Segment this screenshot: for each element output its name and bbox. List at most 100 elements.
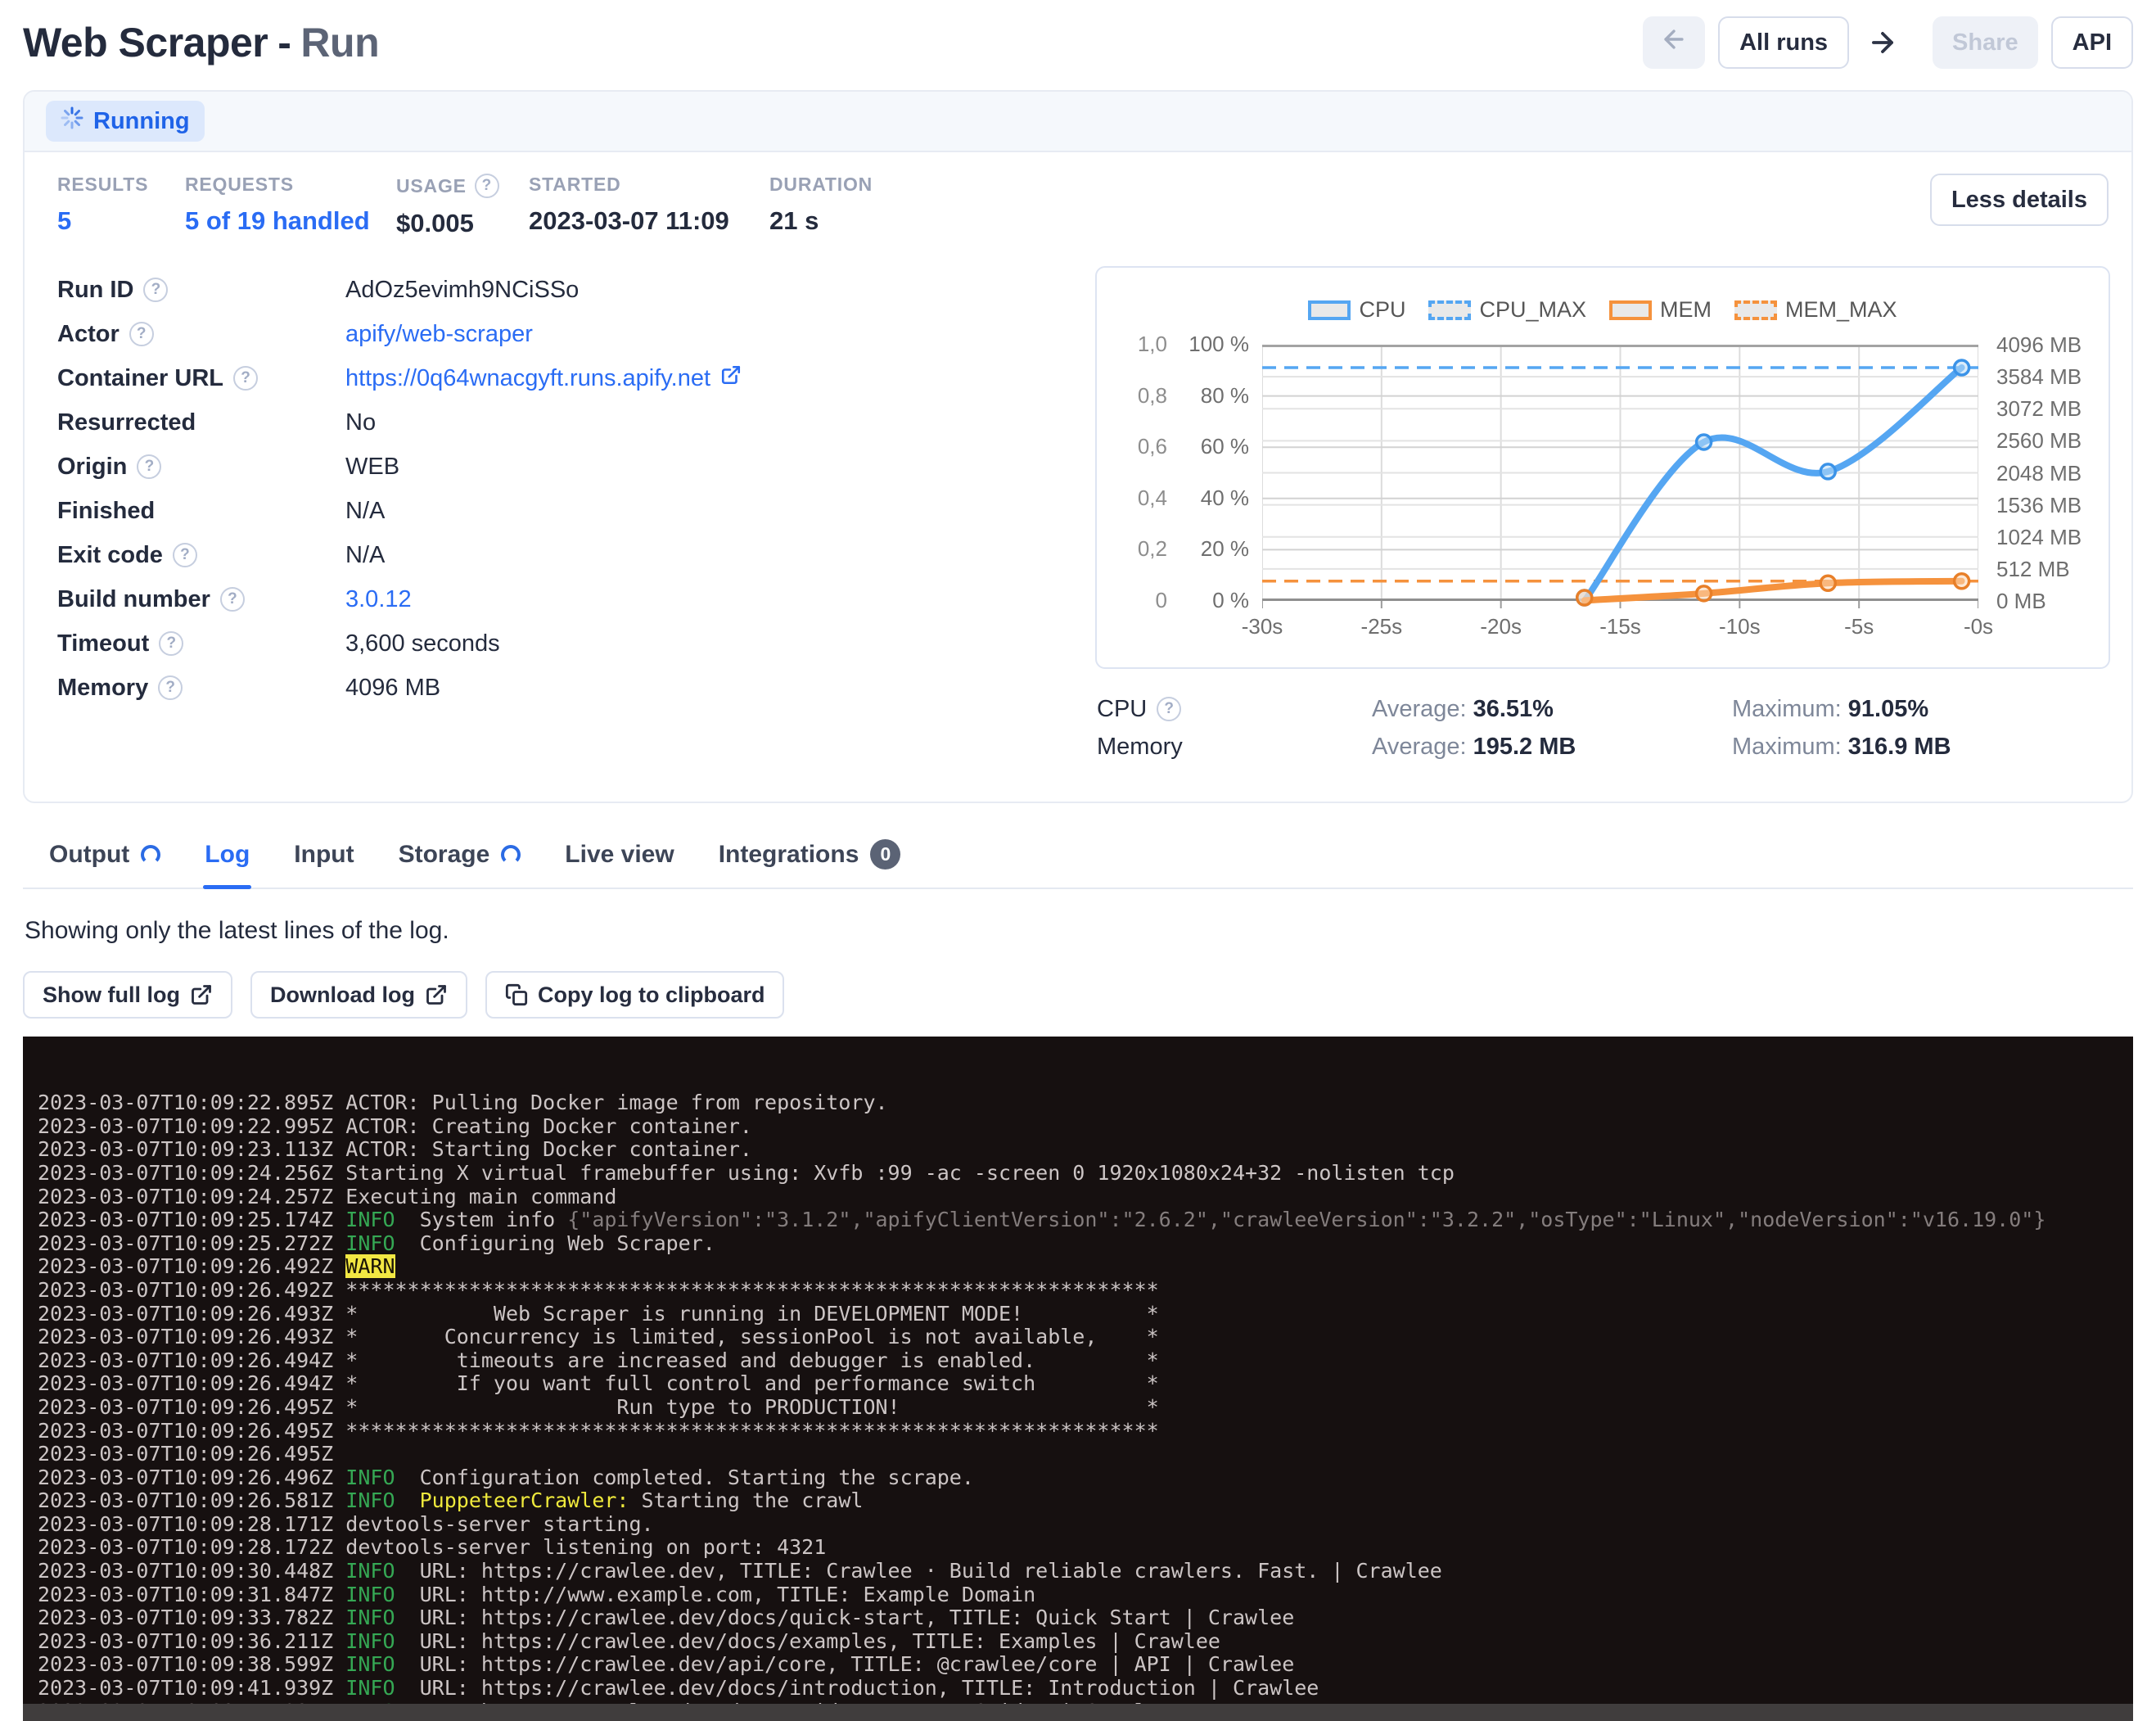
log-text: devtools-server listening on port: 4321 (333, 1535, 826, 1559)
detail-row: FinishedN/A (57, 489, 1095, 533)
detail-value[interactable]: 3.0.12 (345, 586, 412, 613)
all-runs-button[interactable]: All runs (1718, 16, 1849, 69)
log-line: 2023-03-07T10:09:26.496Z INFO Configurat… (38, 1466, 2133, 1490)
stat-value[interactable]: 5 (57, 206, 185, 236)
detail-link[interactable]: apify/web-scraper (345, 321, 533, 348)
api-button[interactable]: API (2051, 16, 2133, 69)
log-text: * Run type to PRODUCTION! * (333, 1395, 1158, 1419)
log-timestamp: 2023-03-07T10:09:30.448Z (38, 1559, 333, 1583)
detail-link[interactable]: https://0q64wnacgyft.runs.apify.net (345, 365, 710, 392)
detail-value: AdOz5evimh9NCiSSo (345, 277, 579, 304)
loading-spinner-icon (141, 845, 160, 865)
log-text: ****************************************… (333, 1419, 1158, 1443)
log-line: 2023-03-07T10:09:25.174Z INFO System inf… (38, 1208, 2133, 1232)
detail-value-text: AdOz5evimh9NCiSSo (345, 277, 579, 304)
legend-item-cpu_max[interactable]: CPU_MAX (1428, 297, 1586, 323)
copy-log-to-clipboard-button[interactable]: Copy log to clipboard (485, 971, 785, 1019)
horizontal-scrollbar[interactable] (23, 1704, 2133, 1721)
title-separator: - (277, 20, 291, 65)
log-text: * Concurrency is limited, sessionPool is… (333, 1325, 1158, 1348)
legend-swatch (1428, 300, 1471, 320)
actor-title: Web Scraper (23, 20, 268, 65)
tab-live-view[interactable]: Live view (563, 829, 675, 888)
detail-row: Timeout3,600 seconds (57, 621, 1095, 666)
axis-tick-label: 80 % (1177, 383, 1249, 409)
log-line: 2023-03-07T10:09:28.172Z devtools-server… (38, 1536, 2133, 1560)
tab-label: Live view (565, 841, 674, 869)
log-info: INFO (333, 1652, 395, 1676)
log-console[interactable]: 2023-03-07T10:09:22.895Z ACTOR: Pulling … (23, 1037, 2133, 1721)
help-icon[interactable] (129, 322, 154, 346)
axis-tick-label: -30s (1225, 614, 1299, 639)
detail-label-text: Actor (57, 321, 120, 348)
tab-output[interactable]: Output (47, 829, 162, 888)
stat-value[interactable]: 5 of 19 handled (185, 206, 396, 236)
help-icon[interactable] (137, 454, 161, 479)
help-icon[interactable] (475, 174, 499, 198)
previous-run-button[interactable] (1643, 16, 1705, 69)
log-notice: Showing only the latest lines of the log… (25, 917, 2131, 945)
log-timestamp: 2023-03-07T10:09:28.172Z (38, 1535, 333, 1559)
stat-results: RESULTS 5 (57, 174, 185, 236)
tab-integrations[interactable]: Integrations0 (717, 829, 903, 888)
log-timestamp: 2023-03-07T10:09:26.492Z (38, 1254, 333, 1278)
button-label: Download log (270, 982, 415, 1008)
log-line: 2023-03-07T10:09:23.113Z ACTOR: Starting… (38, 1138, 2133, 1162)
axis-tick-label: 0 MB (1996, 589, 2119, 614)
detail-value-text: 3,600 seconds (345, 630, 500, 657)
help-icon[interactable] (143, 278, 168, 302)
log-text: Configuration completed. Starting the sc… (395, 1466, 974, 1489)
help-icon[interactable] (233, 366, 258, 391)
detail-value[interactable]: https://0q64wnacgyft.runs.apify.net (345, 364, 742, 392)
legend-swatch (1308, 300, 1351, 320)
legend-label: MEM (1660, 297, 1712, 323)
tab-label: Input (294, 841, 354, 869)
log-text: ACTOR: Pulling Docker image from reposit… (333, 1091, 887, 1114)
stat-label: RESULTS (57, 174, 185, 196)
detail-row: Build number3.0.12 (57, 577, 1095, 621)
detail-row: Memory4096 MB (57, 666, 1095, 710)
help-icon[interactable] (159, 631, 183, 656)
axis-tick-label: 0,2 (1116, 536, 1167, 562)
log-info: INFO (333, 1629, 395, 1653)
details-section: Run IDAdOz5evimh9NCiSSoActorapify/web-sc… (25, 242, 2131, 802)
axis-tick-label: 512 MB (1996, 557, 2119, 582)
show-full-log-button[interactable]: Show full log (23, 971, 232, 1019)
log-line: 2023-03-07T10:09:26.581Z INFO PuppeteerC… (38, 1489, 2133, 1513)
log-line: 2023-03-07T10:09:41.939Z INFO URL: https… (38, 1677, 2133, 1701)
help-icon[interactable] (1157, 697, 1181, 721)
help-icon[interactable] (158, 675, 183, 700)
log-text (333, 1254, 345, 1278)
tab-storage[interactable]: Storage (397, 829, 523, 888)
detail-link[interactable]: 3.0.12 (345, 586, 412, 613)
help-icon[interactable] (220, 587, 245, 612)
next-run-button[interactable] (1862, 16, 1903, 69)
axis-tick-label: 1,0 (1116, 332, 1167, 357)
tab-input[interactable]: Input (292, 829, 355, 888)
help-icon[interactable] (173, 543, 197, 567)
legend-item-cpu[interactable]: CPU (1308, 297, 1405, 323)
run-details: Run IDAdOz5evimh9NCiSSoActorapify/web-sc… (57, 266, 1095, 766)
log-line: 2023-03-07T10:09:26.493Z * Web Scraper i… (38, 1303, 2133, 1326)
log-line: 2023-03-07T10:09:30.448Z INFO URL: https… (38, 1560, 2133, 1583)
detail-label: Resurrected (57, 409, 345, 436)
tab-log[interactable]: Log (203, 829, 251, 888)
axis-tick-label: 60 % (1177, 434, 1249, 459)
log-text: URL: http://www.example.com, TITLE: Exam… (395, 1583, 1036, 1606)
axis-tick-label: 3072 MB (1996, 396, 2119, 422)
axis-tick-label: 2560 MB (1996, 428, 2119, 454)
download-log-button[interactable]: Download log (250, 971, 467, 1019)
log-timestamp: 2023-03-07T10:09:26.493Z (38, 1302, 333, 1326)
log-timestamp: 2023-03-07T10:09:25.272Z (38, 1231, 333, 1255)
log-timestamp: 2023-03-07T10:09:41.939Z (38, 1676, 333, 1700)
less-details-button[interactable]: Less details (1930, 174, 2109, 226)
log-timestamp: 2023-03-07T10:09:26.496Z (38, 1466, 333, 1489)
legend-item-mem[interactable]: MEM (1609, 297, 1712, 323)
log-line: 2023-03-07T10:09:22.895Z ACTOR: Pulling … (38, 1091, 2133, 1115)
log-line: 2023-03-07T10:09:24.256Z Starting X virt… (38, 1162, 2133, 1186)
stat-label-text: RESULTS (57, 174, 148, 196)
log-timestamp: 2023-03-07T10:09:24.256Z (38, 1161, 333, 1185)
legend-item-mem_max[interactable]: MEM_MAX (1734, 297, 1897, 323)
share-button[interactable]: Share (1933, 16, 2038, 69)
detail-value[interactable]: apify/web-scraper (345, 321, 533, 348)
